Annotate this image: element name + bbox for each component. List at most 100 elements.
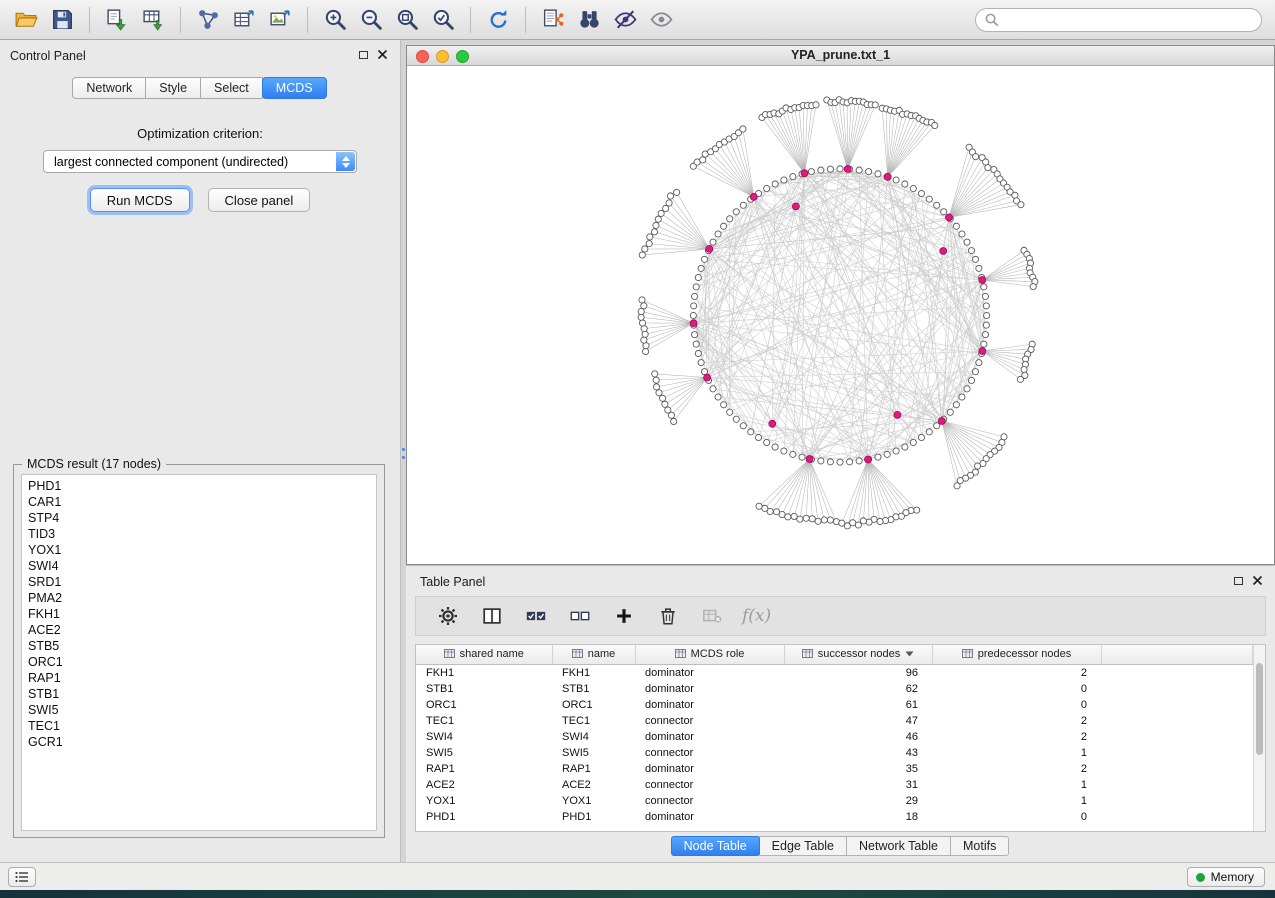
- show-all-button[interactable]: [643, 4, 679, 36]
- copy-network-button[interactable]: [535, 4, 571, 36]
- search-input[interactable]: [1004, 13, 1253, 27]
- export-table-button[interactable]: [226, 4, 262, 36]
- tab-network[interactable]: Network: [72, 77, 146, 99]
- mcds-result-item[interactable]: ORC1: [28, 654, 376, 670]
- export-image-button[interactable]: [262, 4, 298, 36]
- zoom-in-button[interactable]: [317, 4, 353, 36]
- mcds-result-item[interactable]: FKH1: [28, 606, 376, 622]
- open-network-button[interactable]: [8, 4, 44, 36]
- table-row[interactable]: ACE2ACE2connector311: [416, 777, 1253, 793]
- mcds-result-item[interactable]: PMA2: [28, 590, 376, 606]
- mcds-result-item[interactable]: YOX1: [28, 542, 376, 558]
- new-network-button[interactable]: [190, 4, 226, 36]
- delete-table-button[interactable]: [698, 602, 726, 630]
- mcds-node[interactable]: [706, 245, 713, 252]
- mcds-node[interactable]: [750, 193, 757, 200]
- float-table-panel-icon[interactable]: [1234, 577, 1243, 585]
- table-row[interactable]: SWI5SWI5connector431: [416, 745, 1253, 761]
- mcds-node[interactable]: [979, 347, 986, 354]
- table-row[interactable]: STB1STB1dominator620: [416, 681, 1253, 697]
- tab-network-table[interactable]: Network Table: [846, 836, 951, 856]
- column-visibility-button[interactable]: [478, 602, 506, 630]
- save-session-button[interactable]: [44, 4, 80, 36]
- mcds-result-item[interactable]: TID3: [28, 526, 376, 542]
- add-column-button[interactable]: [610, 602, 638, 630]
- mcds-result-item[interactable]: SWI4: [28, 558, 376, 574]
- mcds-result-list[interactable]: PHD1CAR1STP4TID3YOX1SWI4SRD1PMA2FKH1ACE2…: [21, 474, 377, 831]
- minimize-window-button[interactable]: [436, 50, 449, 63]
- zoom-selected-button[interactable]: [425, 4, 461, 36]
- mcds-result-item[interactable]: STB5: [28, 638, 376, 654]
- tab-mcds[interactable]: MCDS: [262, 77, 327, 99]
- close-panel-icon[interactable]: [377, 49, 388, 60]
- memory-button[interactable]: Memory: [1187, 867, 1265, 887]
- column-header-mcds-role[interactable]: MCDS role: [635, 645, 784, 664]
- mcds-node[interactable]: [792, 203, 799, 210]
- import-table-file-button[interactable]: [135, 4, 171, 36]
- mcds-node[interactable]: [769, 420, 776, 427]
- table-row[interactable]: YOX1YOX1connector291: [416, 793, 1253, 809]
- task-history-button[interactable]: [8, 867, 36, 887]
- network-canvas[interactable]: [407, 66, 1274, 564]
- table-row[interactable]: RAP1RAP1dominator352: [416, 761, 1253, 777]
- mcds-node[interactable]: [884, 173, 891, 180]
- mcds-result-item[interactable]: PHD1: [28, 478, 376, 494]
- mcds-node[interactable]: [979, 277, 986, 284]
- select-all-rows-button[interactable]: [522, 602, 550, 630]
- close-table-panel-icon[interactable]: [1252, 575, 1263, 586]
- column-header-predecessor-nodes[interactable]: predecessor nodes: [932, 645, 1101, 664]
- mcds-result-item[interactable]: STP4: [28, 510, 376, 526]
- table-row[interactable]: FKH1FKH1dominator962: [416, 664, 1253, 681]
- deselect-all-rows-button[interactable]: [566, 602, 594, 630]
- table-row[interactable]: SWI4SWI4dominator462: [416, 729, 1253, 745]
- maximize-window-button[interactable]: [456, 50, 469, 63]
- table-row[interactable]: TEC1TEC1connector472: [416, 713, 1253, 729]
- zoom-out-button[interactable]: [353, 4, 389, 36]
- tab-node-table[interactable]: Node Table: [671, 836, 760, 856]
- close-window-button[interactable]: [416, 50, 429, 63]
- table-scrollbar[interactable]: [1253, 645, 1265, 831]
- mcds-node[interactable]: [946, 214, 953, 221]
- delete-column-button[interactable]: [654, 602, 682, 630]
- mcds-result-item[interactable]: STB1: [28, 686, 376, 702]
- mcds-node[interactable]: [864, 456, 871, 463]
- mcds-node[interactable]: [690, 320, 697, 327]
- mcds-node[interactable]: [806, 455, 813, 462]
- column-header-shared-name[interactable]: shared name: [416, 645, 552, 664]
- network-window-titlebar[interactable]: YPA_prune.txt_1: [407, 46, 1274, 66]
- tab-motifs[interactable]: Motifs: [950, 836, 1009, 856]
- mcds-result-item[interactable]: GCR1: [28, 734, 376, 750]
- mcds-node[interactable]: [844, 166, 851, 173]
- mcds-result-item[interactable]: CAR1: [28, 494, 376, 510]
- scrollbar-thumb[interactable]: [1256, 663, 1263, 755]
- mcds-result-item[interactable]: RAP1: [28, 670, 376, 686]
- tab-style[interactable]: Style: [145, 77, 201, 99]
- mcds-node[interactable]: [801, 170, 808, 177]
- mcds-node[interactable]: [940, 248, 947, 255]
- mcds-node[interactable]: [704, 374, 711, 381]
- mcds-result-item[interactable]: ACE2: [28, 622, 376, 638]
- hide-selected-button[interactable]: [607, 4, 643, 36]
- import-network-file-button[interactable]: [99, 4, 135, 36]
- mcds-result-item[interactable]: SWI5: [28, 702, 376, 718]
- mcds-node[interactable]: [894, 411, 901, 418]
- mcds-result-item[interactable]: TEC1: [28, 718, 376, 734]
- function-builder-button[interactable]: f(x): [742, 606, 771, 626]
- run-mcds-button[interactable]: Run MCDS: [90, 188, 190, 212]
- search-box[interactable]: [975, 8, 1262, 32]
- table-row[interactable]: PHD1PHD1dominator180: [416, 809, 1253, 825]
- table-settings-button[interactable]: [434, 602, 462, 630]
- column-header-name[interactable]: name: [552, 645, 635, 664]
- tab-edge-table[interactable]: Edge Table: [759, 836, 847, 856]
- find-button[interactable]: [571, 4, 607, 36]
- refresh-view-button[interactable]: [480, 4, 516, 36]
- tab-select[interactable]: Select: [200, 77, 263, 99]
- table-row[interactable]: ORC1ORC1dominator610: [416, 697, 1253, 713]
- column-header-successor-nodes[interactable]: successor nodes: [784, 645, 932, 664]
- mcds-result-item[interactable]: SRD1: [28, 574, 376, 590]
- close-panel-button[interactable]: Close panel: [208, 188, 311, 212]
- criterion-dropdown[interactable]: largest connected component (undirected): [43, 150, 357, 173]
- zoom-fit-button[interactable]: [389, 4, 425, 36]
- float-panel-icon[interactable]: [359, 51, 368, 59]
- mcds-node[interactable]: [938, 418, 945, 425]
